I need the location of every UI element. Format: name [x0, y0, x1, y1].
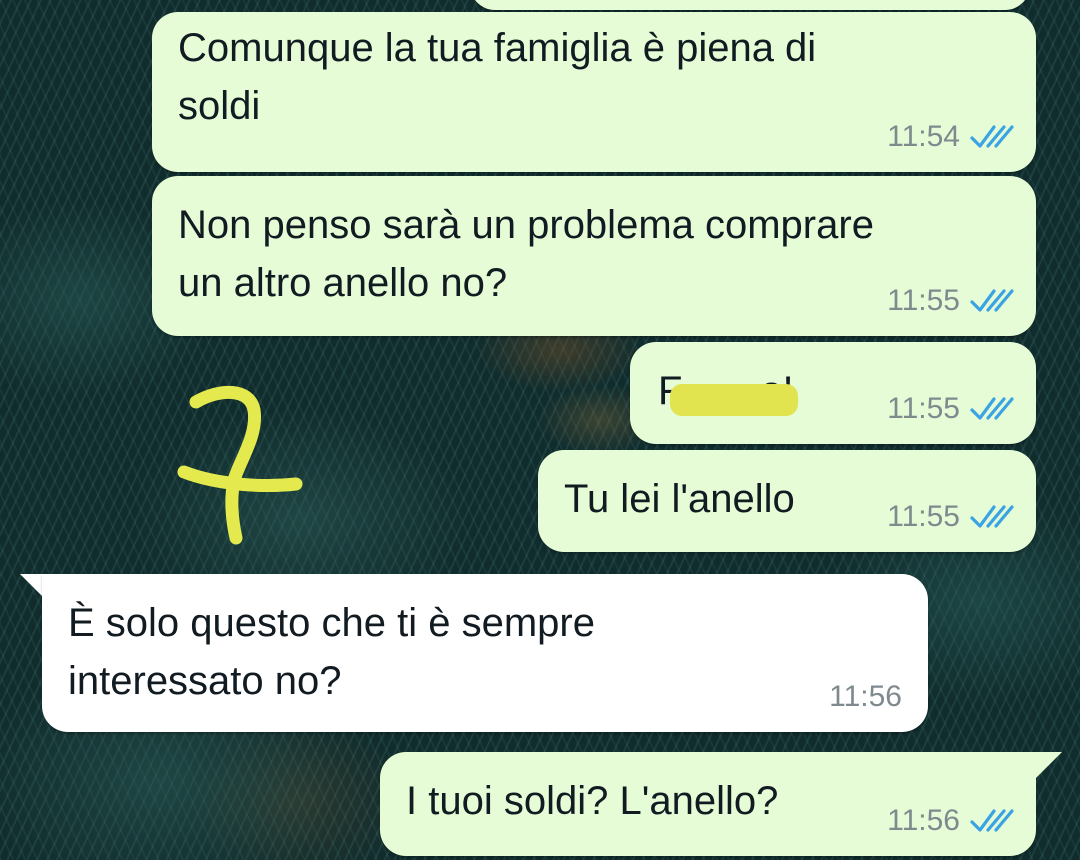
message-meta: 11:55	[887, 500, 1014, 534]
double-check-icon	[970, 289, 1014, 312]
message-meta: 11:54	[887, 120, 1014, 154]
message-time: 11:54	[887, 120, 960, 153]
message-text: I tuoi soldi? L'anello?	[406, 779, 779, 823]
message-time: 11:56	[887, 804, 960, 837]
message-bubble-outgoing[interactable]: Non penso sarà un problema comprare un a…	[152, 176, 1036, 336]
message-bubble-partial[interactable]	[470, 0, 1030, 10]
double-check-icon	[970, 505, 1014, 528]
censor-highlight	[670, 384, 798, 416]
double-check-icon	[970, 397, 1014, 420]
message-bubble-incoming[interactable]: È solo questo che ti è sempre interessat…	[42, 574, 928, 732]
message-meta: 11:56	[887, 804, 1014, 838]
message-meta: 11:55	[887, 284, 1014, 318]
message-time: 11:56	[829, 680, 902, 713]
message-meta: 11:55	[887, 392, 1014, 426]
message-text: È solo questo che ti è sempre interessat…	[68, 601, 595, 703]
message-time: 11:55	[887, 500, 960, 533]
message-text: Tu lei l'anello	[564, 477, 795, 521]
double-check-icon	[970, 809, 1014, 832]
message-bubble-outgoing[interactable]: Tu lei l'anello 11:55	[538, 450, 1036, 552]
message-meta: 11:56	[829, 680, 902, 714]
message-text: Non penso sarà un problema comprare un a…	[178, 203, 874, 305]
message-time: 11:55	[887, 284, 960, 317]
double-check-icon	[970, 125, 1014, 148]
bubble-tail-outgoing	[1036, 752, 1062, 778]
message-text: Comunque la tua famiglia è piena di sold…	[178, 26, 817, 128]
message-bubble-outgoing[interactable]: Comunque la tua famiglia è piena di sold…	[152, 12, 1036, 172]
message-time: 11:55	[887, 392, 960, 425]
handwritten-seven-annotation	[177, 385, 303, 545]
message-bubble-outgoing[interactable]: I tuoi soldi? L'anello? 11:56	[380, 752, 1036, 856]
message-bubble-outgoing[interactable]: F o! 11:55	[630, 342, 1036, 444]
